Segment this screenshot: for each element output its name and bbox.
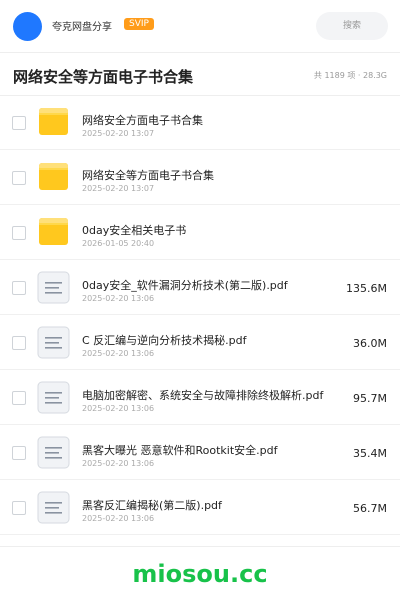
file-time: 2025-02-20 13:06 [82,459,155,468]
page-title: 网络安全等方面电子书合集 [13,68,194,86]
select-checkbox[interactable] [12,336,26,350]
folder-row[interactable]: 网络安全方面电子书合集 2025-02-20 13:07 [0,95,400,150]
file-time: 2025-02-20 13:06 [82,349,155,358]
divider [0,546,400,547]
folder-row[interactable]: 网络安全等方面电子书合集 2025-02-20 13:07 [0,150,400,205]
file-time: 2025-02-20 13:07 [82,129,155,138]
file-name: 0day安全_软件漏洞分析技术(第二版).pdf [82,279,288,292]
watermark: miosou.cc [132,560,268,588]
document-icon [37,326,70,359]
document-icon [37,271,70,304]
select-checkbox[interactable] [12,116,26,130]
file-size: 135.6M [346,282,387,295]
file-time: 2026-01-05 20:40 [82,239,155,248]
file-name: 电脑加密解密、系统安全与故障排除终极解析.pdf [82,389,324,402]
search-input[interactable]: 搜索 [316,12,388,40]
select-checkbox[interactable] [12,171,26,185]
file-time: 2025-02-20 13:06 [82,514,155,523]
svip-badge: SVIP [124,18,154,30]
item-count-size: 共 1189 项 · 28.3G [313,71,387,80]
file-size: 36.0M [353,337,387,350]
select-checkbox[interactable] [12,391,26,405]
file-size: 95.7M [353,392,387,405]
top-bar: 夸克网盘分享 SVIP 搜索 [0,0,400,52]
file-size: 56.7M [353,502,387,515]
document-icon [37,381,70,414]
file-name: 0day安全相关电子书 [82,224,187,237]
sharer-name: 夸克网盘分享 [52,22,112,33]
folder-icon [39,218,68,245]
file-size: 35.4M [353,447,387,460]
file-name: 黑客大曝光 恶意软件和Rootkit安全.pdf [82,444,278,457]
file-time: 2025-02-20 13:06 [82,404,155,413]
folder-icon [39,163,68,190]
folder-icon [39,108,68,135]
file-name: 网络安全方面电子书合集 [82,114,203,127]
file-row[interactable]: 电脑加密解密、系统安全与故障排除终极解析.pdf 2025-02-20 13:06… [0,370,400,425]
select-checkbox[interactable] [12,281,26,295]
file-row[interactable]: C 反汇编与逆向分析技术揭秘.pdf 2025-02-20 13:06 36.0M [0,315,400,370]
document-icon [37,436,70,469]
select-checkbox[interactable] [12,501,26,515]
folder-row[interactable]: 0day安全相关电子书 2026-01-05 20:40 [0,205,400,260]
file-name: C 反汇编与逆向分析技术揭秘.pdf [82,334,247,347]
avatar[interactable] [13,12,42,41]
file-row[interactable]: 0day安全_软件漏洞分析技术(第二版).pdf 2025-02-20 13:06… [0,260,400,315]
file-name: 黑客反汇编揭秘(第二版).pdf [82,499,222,512]
file-row[interactable]: 黑客大曝光 恶意软件和Rootkit安全.pdf 2025-02-20 13:06… [0,425,400,480]
divider [0,52,400,53]
file-time: 2025-02-20 13:07 [82,184,155,193]
select-checkbox[interactable] [12,226,26,240]
select-checkbox[interactable] [12,446,26,460]
file-row[interactable]: 黑客反汇编揭秘(第二版).pdf 2025-02-20 13:06 56.7M [0,480,400,535]
file-name: 网络安全等方面电子书合集 [82,169,214,182]
document-icon [37,491,70,524]
file-time: 2025-02-20 13:06 [82,294,155,303]
file-list: 网络安全方面电子书合集 2025-02-20 13:07 网络安全等方面电子书合集 2… [0,95,400,535]
